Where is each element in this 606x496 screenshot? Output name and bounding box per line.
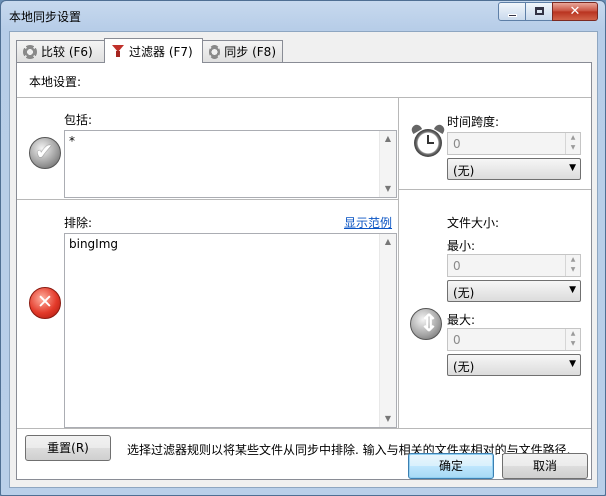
filesize-min-spinner[interactable]: 0 ▲ ▼ xyxy=(447,254,581,277)
include-textarea[interactable]: * ▲ ▼ xyxy=(64,130,397,198)
close-icon: ✕ xyxy=(569,4,581,19)
maximize-button[interactable] xyxy=(525,2,553,21)
filter-panel: 本地设置: 包括: * ▲ ▼ 排除: 显示范例 bingImg xyxy=(16,62,592,480)
spin-up-icon[interactable]: ▲ xyxy=(566,329,580,339)
reset-button[interactable]: 重置(R) xyxy=(25,435,111,461)
include-scrollbar[interactable]: ▲ ▼ xyxy=(379,131,396,197)
tab-sync[interactable]: 同步 (F8) xyxy=(202,40,283,62)
dialog-client-area: 比较 (F6) 过滤器 (F7) 同步 (F8) 本地设置: 包括: * xyxy=(9,31,598,488)
scroll-up-icon[interactable]: ▲ xyxy=(380,131,396,147)
checkmark-icon xyxy=(29,137,61,169)
divider xyxy=(17,428,591,429)
filesize-max-unit-select[interactable]: (无) ▼ xyxy=(447,354,581,376)
filesize-max-value: 0 xyxy=(453,333,461,347)
include-label: 包括: xyxy=(64,113,93,127)
spin-up-icon[interactable]: ▲ xyxy=(566,133,580,143)
dialog-window: 本地同步设置 ✕ 比较 (F6) 过滤器 (F7) 同步 (F8) 本地设置: xyxy=(0,0,606,496)
show-examples-link[interactable]: 显示范例 xyxy=(344,214,392,231)
spin-down-icon[interactable]: ▼ xyxy=(566,143,580,153)
exclude-label: 排除: xyxy=(64,216,93,230)
spin-up-icon[interactable]: ▲ xyxy=(566,255,580,265)
spinner-buttons[interactable]: ▲ ▼ xyxy=(565,255,580,276)
cancel-button[interactable]: 取消 xyxy=(502,453,588,479)
filesize-max-unit-value: (无) xyxy=(453,360,475,374)
timespan-label: 时间跨度: xyxy=(447,115,500,129)
gear-icon xyxy=(209,44,221,59)
local-settings-label: 本地设置: xyxy=(29,75,82,89)
minimize-icon xyxy=(508,14,517,17)
filesize-min-unit-select[interactable]: (无) ▼ xyxy=(447,280,581,302)
chevron-down-icon: ▼ xyxy=(569,359,576,369)
chevron-down-icon: ▼ xyxy=(569,285,576,295)
filesize-max-spinner[interactable]: 0 ▲ ▼ xyxy=(447,328,581,351)
exclude-textarea[interactable]: bingImg ▲ ▼ xyxy=(64,233,397,428)
divider xyxy=(17,97,591,98)
timespan-unit-value: (无) xyxy=(453,164,475,178)
minimize-button[interactable] xyxy=(498,2,526,21)
filesize-min-unit-value: (无) xyxy=(453,286,475,300)
tab-compare-label: 比较 (F6) xyxy=(41,45,93,59)
filesize-max-label: 最大: xyxy=(447,313,476,327)
updown-arrows-icon xyxy=(410,308,442,340)
clock-face xyxy=(414,129,442,157)
spinner-buttons[interactable]: ▲ ▼ xyxy=(565,329,580,350)
filesize-label: 文件大小: xyxy=(447,216,500,230)
chevron-down-icon: ▼ xyxy=(569,163,576,173)
window-title: 本地同步设置 xyxy=(9,10,82,24)
divider xyxy=(17,199,398,200)
tab-filter[interactable]: 过滤器 (F7) xyxy=(104,38,203,63)
scroll-down-icon[interactable]: ▼ xyxy=(380,411,396,427)
scroll-up-icon[interactable]: ▲ xyxy=(380,234,396,250)
funnel-icon xyxy=(111,44,125,58)
timespan-value: 0 xyxy=(453,137,461,151)
timespan-spinner[interactable]: 0 ▲ ▼ xyxy=(447,132,581,155)
ok-button[interactable]: 确定 xyxy=(408,453,494,479)
filesize-min-label: 最小: xyxy=(447,239,476,253)
include-text: * xyxy=(69,134,75,148)
spin-down-icon[interactable]: ▼ xyxy=(566,339,580,349)
filesize-min-value: 0 xyxy=(453,259,461,273)
spin-down-icon[interactable]: ▼ xyxy=(566,265,580,275)
alarm-clock-icon xyxy=(409,122,447,159)
timespan-unit-select[interactable]: (无) ▼ xyxy=(447,158,581,180)
gear-icon xyxy=(23,44,37,59)
tab-sync-label: 同步 (F8) xyxy=(224,45,276,59)
tab-filter-label: 过滤器 (F7) xyxy=(129,44,193,59)
exclude-scrollbar[interactable]: ▲ ▼ xyxy=(379,234,396,427)
title-bar[interactable]: 本地同步设置 ✕ xyxy=(1,1,605,31)
maximize-icon xyxy=(535,7,544,15)
tab-compare[interactable]: 比较 (F6) xyxy=(16,40,105,62)
scroll-down-icon[interactable]: ▼ xyxy=(380,181,396,197)
close-button[interactable]: ✕ xyxy=(552,2,598,21)
error-x-icon xyxy=(29,287,61,319)
exclude-text: bingImg xyxy=(69,237,119,251)
divider xyxy=(398,97,399,428)
spinner-buttons[interactable]: ▲ ▼ xyxy=(565,133,580,154)
divider xyxy=(398,189,591,190)
